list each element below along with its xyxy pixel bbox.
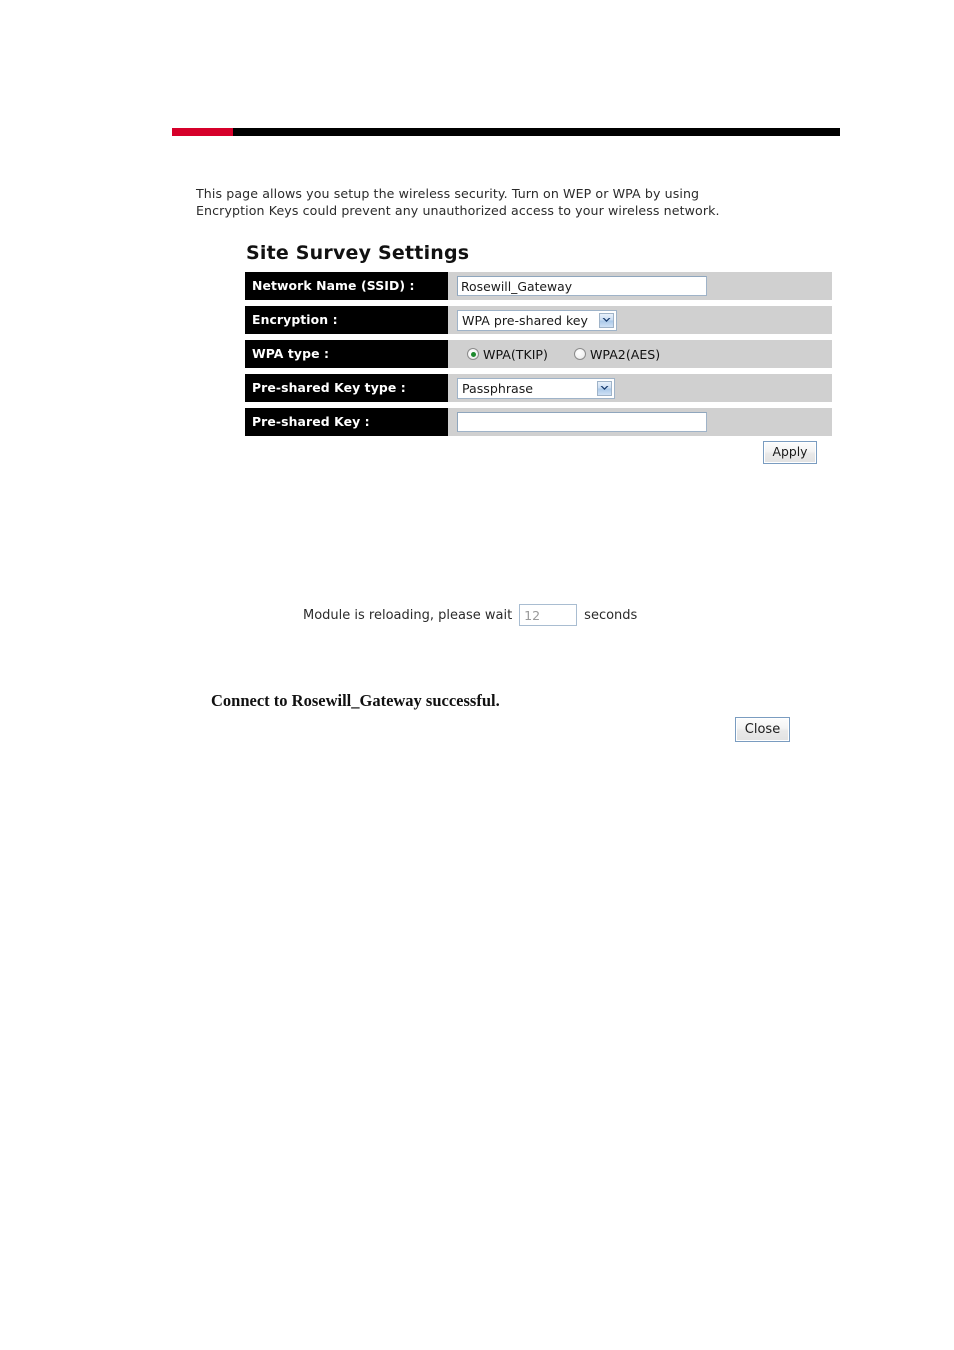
header-rule-accent [172, 128, 233, 136]
label-encryption: Encryption : [245, 306, 448, 334]
pre-shared-key-type-select[interactable]: Passphrase [457, 377, 615, 399]
radio-wpa2-aes[interactable]: WPA2(AES) [573, 346, 661, 362]
label-ssid: Network Name (SSID) : [245, 272, 448, 300]
field-encryption: WPA pre-shared key [457, 306, 832, 334]
table-row-psk: Pre-shared Key : [245, 408, 832, 436]
chevron-down-icon[interactable] [597, 380, 612, 396]
table-row-encryption: Encryption : WPA pre-shared key [245, 306, 832, 334]
field-wpa-type: WPA(TKIP) WPA2(AES) [457, 340, 832, 368]
site-survey-settings-table: Network Name (SSID) : Encryption : WPA p… [245, 272, 832, 442]
page-title: Site Survey Settings [246, 242, 470, 264]
radio-wpa-tkip[interactable]: WPA(TKIP) [467, 347, 548, 362]
table-row-wpa-type: WPA type : WPA(TKIP) WPA2(AES) [245, 340, 832, 368]
label-wpa-type: WPA type : [245, 340, 448, 368]
ssid-input[interactable] [457, 276, 707, 296]
wpa-type-radio-group: WPA(TKIP) WPA2(AES) [457, 347, 660, 362]
page-description-line-1: This page allows you setup the wireless … [196, 186, 700, 201]
radio-wpa2-aes-indicator[interactable] [573, 348, 586, 360]
encryption-select-value: WPA pre-shared key [462, 312, 588, 328]
reload-status-suffix: seconds [584, 607, 638, 623]
apply-button[interactable]: Apply [763, 441, 817, 464]
reload-seconds-input[interactable] [519, 604, 578, 626]
reload-status: Module is reloading, please wait seconds [303, 604, 637, 626]
table-row-ssid: Network Name (SSID) : [245, 272, 832, 300]
table-row-psk-type: Pre-shared Key type : Passphrase [245, 374, 832, 402]
pre-shared-key-input[interactable] [457, 412, 707, 432]
field-psk-type: Passphrase [457, 374, 832, 402]
pre-shared-key-type-value: Passphrase [462, 380, 534, 396]
close-button[interactable]: Close [735, 717, 790, 742]
field-ssid [457, 272, 832, 300]
reload-status-prefix: Module is reloading, please wait [303, 607, 513, 623]
label-psk: Pre-shared Key : [245, 408, 448, 436]
radio-wpa2-aes-label: WPA2(AES) [589, 346, 661, 362]
field-psk [457, 408, 832, 436]
label-psk-type: Pre-shared Key type : [245, 374, 448, 402]
page-description: This page allows you setup the wireless … [196, 185, 796, 219]
connection-success-message: Connect to Rosewill_Gateway successful. [211, 691, 500, 710]
chevron-down-icon[interactable] [599, 312, 614, 328]
radio-wpa-tkip-indicator[interactable] [467, 348, 479, 360]
page-description-line-2: Encryption Keys could prevent any unauth… [196, 203, 720, 218]
encryption-select[interactable]: WPA pre-shared key [457, 309, 617, 331]
header-rule [172, 128, 840, 136]
radio-wpa-tkip-label: WPA(TKIP) [483, 346, 548, 362]
